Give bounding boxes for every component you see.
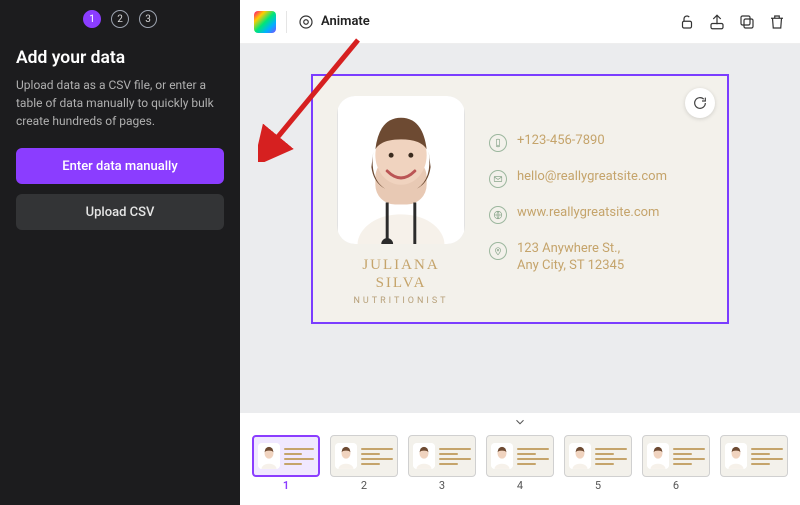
- thumbnail-number: 3: [439, 479, 445, 492]
- collapse-thumbnails-button[interactable]: [240, 413, 800, 431]
- refresh-button[interactable]: [685, 88, 715, 118]
- thumbnail-number: 4: [517, 479, 523, 492]
- stepper: 1 2 3: [16, 0, 224, 48]
- unlock-icon[interactable]: [678, 13, 696, 31]
- toolbar-separator: [286, 11, 287, 33]
- duplicate-icon[interactable]: [738, 13, 756, 31]
- enter-data-manually-button[interactable]: Enter data manually: [16, 148, 224, 184]
- main-area: Animate: [240, 0, 800, 505]
- email-row[interactable]: hello@reallygreatsite.com: [489, 169, 705, 188]
- animate-label: Animate: [321, 14, 370, 29]
- step-1[interactable]: 1: [83, 10, 101, 28]
- page-thumbnail[interactable]: 1: [252, 435, 320, 492]
- location-icon: [489, 242, 507, 260]
- color-picker-button[interactable]: [254, 11, 276, 33]
- page-thumbnail[interactable]: 3: [408, 435, 476, 492]
- card-photo-column: JULIANA SILVA NUTRITIONIST: [335, 96, 467, 306]
- website-text: www.reallygreatsite.com: [517, 205, 659, 222]
- thumbnail-number: 2: [361, 479, 367, 492]
- animate-icon: [297, 13, 315, 31]
- sidebar-title: Add your data: [16, 48, 224, 68]
- card-photo[interactable]: [337, 96, 465, 244]
- card-contact-column: +123-456-7890 hello@reallygreatsite.com …: [489, 96, 705, 306]
- top-toolbar: Animate: [240, 0, 800, 44]
- page-thumbnail[interactable]: 2: [330, 435, 398, 492]
- phone-icon: [489, 134, 507, 152]
- business-card[interactable]: JULIANA SILVA NUTRITIONIST +123-456-7890…: [311, 74, 729, 324]
- upload-csv-button[interactable]: Upload CSV: [16, 194, 224, 230]
- trash-icon[interactable]: [768, 13, 786, 31]
- share-icon[interactable]: [708, 13, 726, 31]
- page-thumbnail[interactable]: 5: [564, 435, 632, 492]
- thumbnail-number: 1: [283, 479, 289, 492]
- website-row[interactable]: www.reallygreatsite.com: [489, 205, 705, 224]
- sidebar: 1 2 3 Add your data Upload data as a CSV…: [0, 0, 240, 505]
- canvas[interactable]: JULIANA SILVA NUTRITIONIST +123-456-7890…: [240, 44, 800, 413]
- card-name[interactable]: JULIANA SILVA: [335, 256, 467, 292]
- page-thumbnail[interactable]: 4: [486, 435, 554, 492]
- page-thumbnail[interactable]: [720, 435, 788, 477]
- phone-text: +123-456-7890: [517, 133, 605, 150]
- address-row[interactable]: 123 Anywhere St., Any City, ST 12345: [489, 241, 705, 275]
- card-role[interactable]: NUTRITIONIST: [353, 296, 448, 306]
- page-thumbnail[interactable]: 6: [642, 435, 710, 492]
- step-3[interactable]: 3: [139, 10, 157, 28]
- address-text: 123 Anywhere St., Any City, ST 12345: [517, 241, 624, 275]
- email-text: hello@reallygreatsite.com: [517, 169, 667, 186]
- page-thumbnails: 1 2 3 4 5 6: [240, 431, 800, 505]
- phone-row[interactable]: +123-456-7890: [489, 133, 705, 152]
- refresh-icon: [692, 95, 708, 111]
- sidebar-description: Upload data as a CSV file, or enter a ta…: [16, 76, 224, 130]
- email-icon: [489, 170, 507, 188]
- step-2[interactable]: 2: [111, 10, 129, 28]
- globe-icon: [489, 206, 507, 224]
- thumbnail-number: 6: [673, 479, 679, 492]
- animate-button[interactable]: Animate: [297, 13, 370, 31]
- thumbnail-number: 5: [595, 479, 601, 492]
